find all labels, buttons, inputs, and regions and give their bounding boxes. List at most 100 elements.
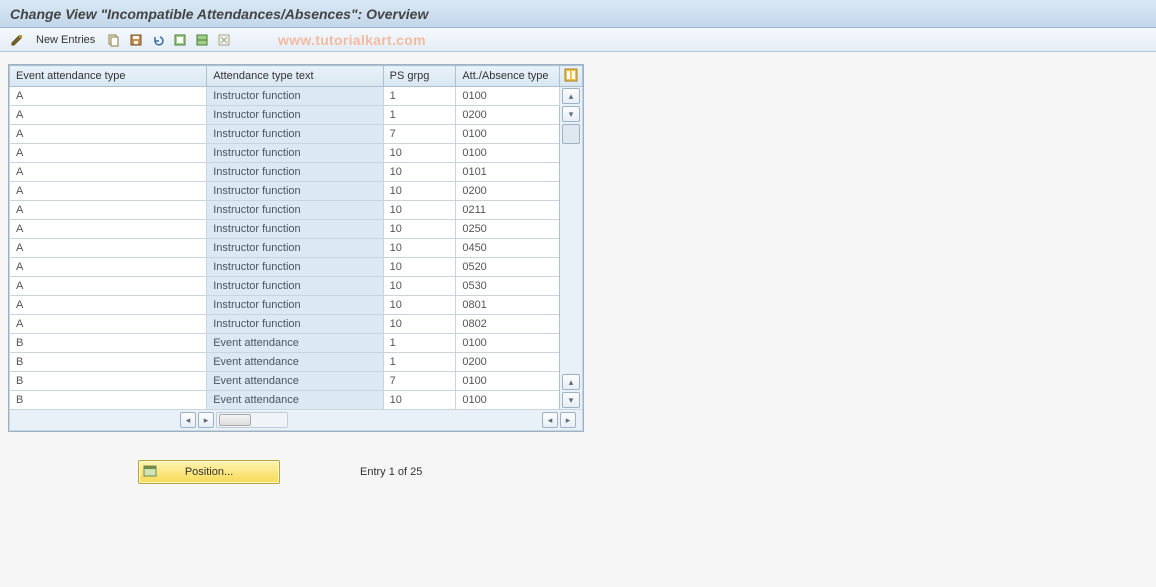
table-row[interactable]: AInstructor function100520 <box>10 258 583 277</box>
cell-event-type[interactable]: B <box>10 334 207 353</box>
table-row[interactable]: AInstructor function100200 <box>10 182 583 201</box>
table-row[interactable]: AInstructor function10200 <box>10 106 583 125</box>
cell-abs-type[interactable]: 0100 <box>456 334 560 353</box>
cell-abs-type[interactable]: 0100 <box>456 372 560 391</box>
cell-ps-grp[interactable]: 1 <box>383 334 456 353</box>
cell-event-type[interactable]: A <box>10 182 207 201</box>
col-header-abs-type[interactable]: Att./Absence type <box>456 66 560 87</box>
table-config-button[interactable] <box>560 66 583 87</box>
table-row[interactable]: BEvent attendance10200 <box>10 353 583 372</box>
col-header-event-type[interactable]: Event attendance type <box>10 66 207 87</box>
cell-ps-grp[interactable]: 1 <box>383 353 456 372</box>
cell-event-type[interactable]: A <box>10 87 207 106</box>
table-row[interactable]: AInstructor function10100▴▾▴▾ <box>10 87 583 106</box>
cell-abs-type[interactable]: 0450 <box>456 239 560 258</box>
table-row[interactable]: AInstructor function70100 <box>10 125 583 144</box>
cell-ps-grp[interactable]: 10 <box>383 296 456 315</box>
select-block-icon[interactable] <box>193 31 211 49</box>
cell-event-type[interactable]: A <box>10 277 207 296</box>
cell-abs-type[interactable]: 0200 <box>456 182 560 201</box>
cell-abs-type[interactable]: 0100 <box>456 144 560 163</box>
cell-event-type[interactable]: A <box>10 296 207 315</box>
hscroll-right2-button[interactable]: ▸ <box>560 412 576 428</box>
cell-abs-type[interactable]: 0801 <box>456 296 560 315</box>
cell-event-type[interactable]: A <box>10 201 207 220</box>
cell-event-type[interactable]: A <box>10 125 207 144</box>
cell-event-type[interactable]: A <box>10 106 207 125</box>
cell-ps-grp[interactable]: 10 <box>383 201 456 220</box>
vscroll-page-indicator[interactable] <box>562 124 580 144</box>
cell-ps-grp[interactable]: 10 <box>383 258 456 277</box>
cell-ps-grp[interactable]: 7 <box>383 372 456 391</box>
cell-ps-grp[interactable]: 10 <box>383 277 456 296</box>
hscroll-left-button[interactable]: ◂ <box>180 412 196 428</box>
table-row[interactable]: AInstructor function100100 <box>10 144 583 163</box>
table-row[interactable]: AInstructor function100450 <box>10 239 583 258</box>
cell-abs-type[interactable]: 0211 <box>456 201 560 220</box>
cell-abs-type[interactable]: 0100 <box>456 391 560 410</box>
col-header-ps-grp[interactable]: PS grpg <box>383 66 456 87</box>
table-row[interactable]: BEvent attendance100100 <box>10 391 583 410</box>
cell-att-text: Instructor function <box>207 144 383 163</box>
deselect-all-icon[interactable] <box>215 31 233 49</box>
table-row[interactable]: BEvent attendance10100 <box>10 334 583 353</box>
page-title: Change View "Incompatible Attendances/Ab… <box>10 6 428 22</box>
cell-event-type[interactable]: A <box>10 220 207 239</box>
table-row[interactable]: AInstructor function100101 <box>10 163 583 182</box>
cell-att-text: Instructor function <box>207 201 383 220</box>
vscroll-down2-button[interactable]: ▾ <box>562 392 580 408</box>
cell-event-type[interactable]: B <box>10 372 207 391</box>
cell-event-type[interactable]: A <box>10 163 207 182</box>
table-row[interactable]: BEvent attendance70100 <box>10 372 583 391</box>
hscroll-thumb[interactable] <box>219 414 251 426</box>
cell-abs-type[interactable]: 0200 <box>456 353 560 372</box>
cell-ps-grp[interactable]: 1 <box>383 87 456 106</box>
cell-event-type[interactable]: B <box>10 391 207 410</box>
hscroll-left2-button[interactable]: ◂ <box>542 412 558 428</box>
cell-event-type[interactable]: A <box>10 239 207 258</box>
cell-ps-grp[interactable]: 10 <box>383 163 456 182</box>
table-row[interactable]: AInstructor function100801 <box>10 296 583 315</box>
vscroll-down-button[interactable]: ▾ <box>562 106 580 122</box>
cell-att-text: Instructor function <box>207 239 383 258</box>
cell-event-type[interactable]: A <box>10 144 207 163</box>
cell-ps-grp[interactable]: 10 <box>383 239 456 258</box>
table-panel: Event attendance type Attendance type te… <box>8 64 584 432</box>
cell-ps-grp[interactable]: 10 <box>383 144 456 163</box>
hscroll-track[interactable] <box>216 412 288 428</box>
cell-event-type[interactable]: A <box>10 258 207 277</box>
save-icon[interactable] <box>127 31 145 49</box>
title-bar: Change View "Incompatible Attendances/Ab… <box>0 0 1156 28</box>
cell-abs-type[interactable]: 0530 <box>456 277 560 296</box>
cell-ps-grp[interactable]: 10 <box>383 391 456 410</box>
cell-abs-type[interactable]: 0100 <box>456 87 560 106</box>
cell-abs-type[interactable]: 0250 <box>456 220 560 239</box>
select-all-icon[interactable] <box>171 31 189 49</box>
cell-abs-type[interactable]: 0101 <box>456 163 560 182</box>
cell-abs-type[interactable]: 0520 <box>456 258 560 277</box>
watermark-text: www.tutorialkart.com <box>278 32 426 48</box>
cell-ps-grp[interactable]: 10 <box>383 315 456 334</box>
cell-ps-grp[interactable]: 10 <box>383 220 456 239</box>
vscroll-up-button[interactable]: ▴ <box>562 88 580 104</box>
cell-abs-type[interactable]: 0100 <box>456 125 560 144</box>
cell-abs-type[interactable]: 0802 <box>456 315 560 334</box>
cell-event-type[interactable]: A <box>10 315 207 334</box>
cell-event-type[interactable]: B <box>10 353 207 372</box>
toggle-change-icon[interactable] <box>8 31 26 49</box>
hscroll-right-button[interactable]: ▸ <box>198 412 214 428</box>
cell-abs-type[interactable]: 0200 <box>456 106 560 125</box>
position-button[interactable]: Position... <box>138 460 280 484</box>
new-entries-button[interactable]: New Entries <box>30 31 101 49</box>
undo-icon[interactable] <box>149 31 167 49</box>
cell-ps-grp[interactable]: 10 <box>383 182 456 201</box>
cell-ps-grp[interactable]: 7 <box>383 125 456 144</box>
cell-ps-grp[interactable]: 1 <box>383 106 456 125</box>
table-row[interactable]: AInstructor function100530 <box>10 277 583 296</box>
vscroll-up2-button[interactable]: ▴ <box>562 374 580 390</box>
table-row[interactable]: AInstructor function100250 <box>10 220 583 239</box>
copy-icon[interactable] <box>105 31 123 49</box>
table-row[interactable]: AInstructor function100211 <box>10 201 583 220</box>
col-header-att-text[interactable]: Attendance type text <box>207 66 383 87</box>
table-row[interactable]: AInstructor function100802 <box>10 315 583 334</box>
